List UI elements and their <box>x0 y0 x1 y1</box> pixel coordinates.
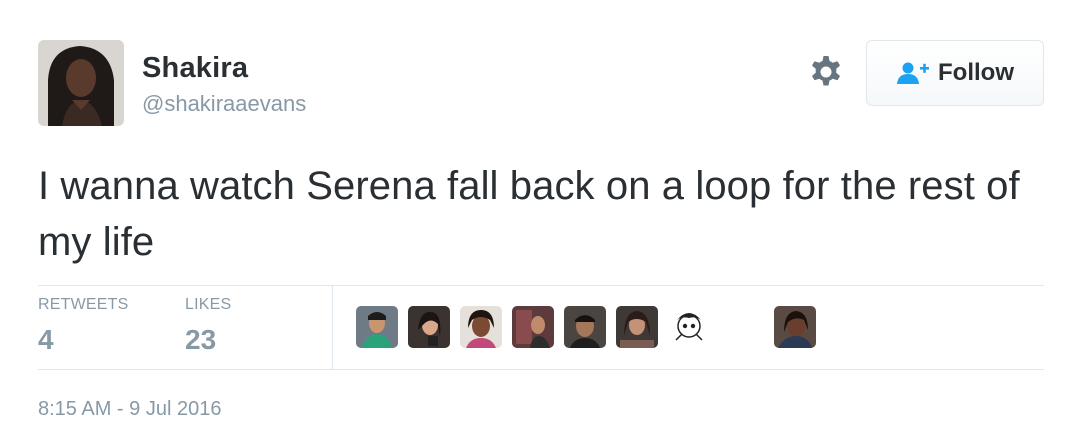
profile-avatar-image <box>38 40 124 126</box>
tweet-text: I wanna watch Serena fall back on a loop… <box>38 164 1020 264</box>
add-user-icon <box>896 61 930 85</box>
follow-button-label: Follow <box>938 59 1014 86</box>
tweet-timestamp[interactable]: 8:15 AM - 9 Jul 2016 <box>38 398 221 421</box>
follow-button[interactable]: Follow <box>866 40 1044 106</box>
likes-label: LIKES <box>185 296 232 313</box>
divider-top <box>38 285 1044 286</box>
liker-avatar-4[interactable] <box>512 306 554 348</box>
stats-divider <box>332 285 333 369</box>
liker-avatar-6[interactable] <box>616 306 658 348</box>
liker-avatar-3[interactable] <box>460 306 502 348</box>
profile-avatar[interactable] <box>38 40 124 126</box>
retweets-stat[interactable]: RETWEETS 4 <box>38 296 129 356</box>
retweets-count: 4 <box>38 324 54 355</box>
user-display-name[interactable]: Shakira <box>142 52 248 85</box>
liker-avatar-5[interactable] <box>564 306 606 348</box>
likes-count: 23 <box>185 324 217 355</box>
liker-avatar-2[interactable] <box>408 306 450 348</box>
liker-avatar-7[interactable] <box>668 306 710 348</box>
divider-bottom <box>38 369 1044 370</box>
liker-avatar-8[interactable] <box>774 306 816 348</box>
gear-icon[interactable] <box>808 54 844 90</box>
user-handle[interactable]: @shakiraaevans <box>142 91 306 117</box>
liker-avatar-1[interactable] <box>356 306 398 348</box>
likes-stat[interactable]: LIKES 23 <box>185 296 231 356</box>
retweets-label: RETWEETS <box>38 296 129 313</box>
